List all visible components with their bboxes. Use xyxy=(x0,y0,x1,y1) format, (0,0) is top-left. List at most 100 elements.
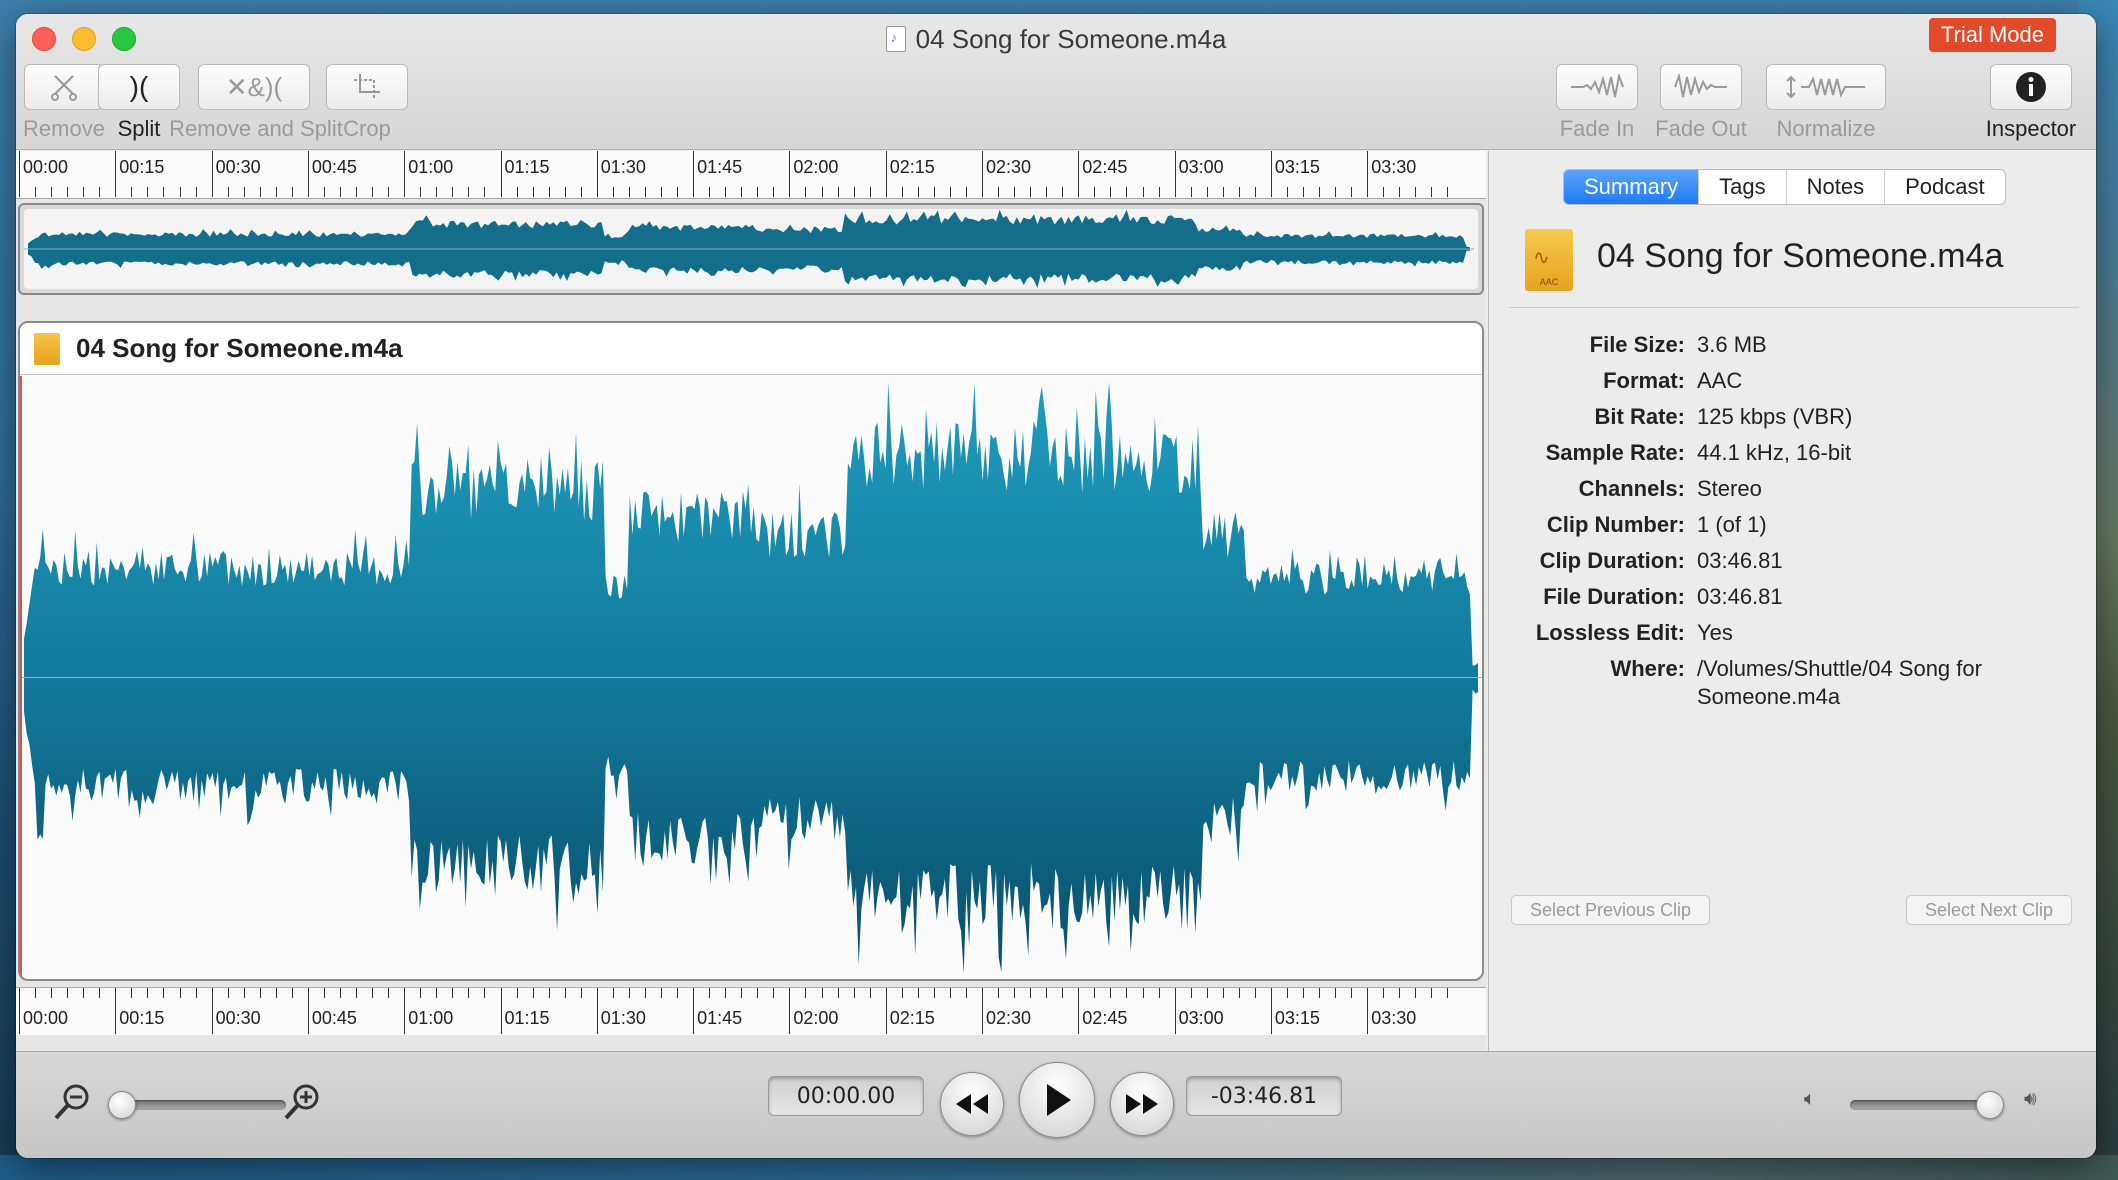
ruler-label: 01:30 xyxy=(600,1008,646,1028)
ruler-minor-tick xyxy=(1254,988,1256,998)
ruler-minor-tick xyxy=(195,187,197,197)
tab-summary[interactable]: Summary xyxy=(1564,170,1700,204)
property-row: Lossless Edit: Yes xyxy=(1489,615,2096,651)
ruler-label: 00:30 xyxy=(215,157,261,177)
ruler-major-tick xyxy=(1270,151,1272,197)
ruler-minor-tick xyxy=(436,187,438,197)
zoom-slider-knob[interactable] xyxy=(108,1091,136,1119)
split-button[interactable]: )( xyxy=(98,64,180,110)
volume-slider-knob[interactable] xyxy=(1976,1091,2004,1119)
inspector-button[interactable] xyxy=(1990,64,2072,110)
play-button[interactable] xyxy=(1019,1062,1095,1138)
ruler-minor-tick xyxy=(388,187,390,197)
ruler-minor-tick xyxy=(243,187,245,197)
info-icon xyxy=(2016,72,2046,102)
inspector-tabs: Summary Tags Notes Podcast xyxy=(1563,169,2006,205)
ruler-minor-tick xyxy=(1383,187,1385,197)
ruler-minor-tick xyxy=(436,988,438,998)
ruler-minor-tick xyxy=(933,988,935,998)
ruler-major-tick xyxy=(1367,151,1369,197)
tab-tags[interactable]: Tags xyxy=(1699,170,1787,204)
ruler-minor-tick xyxy=(420,187,422,197)
overview-waveform[interactable] xyxy=(18,203,1484,295)
trial-mode-badge[interactable]: Trial Mode xyxy=(1928,18,2056,52)
audio-clip[interactable]: 04 Song for Someone.m4a xyxy=(18,321,1484,981)
ruler-minor-tick xyxy=(1158,187,1160,197)
normalize-button[interactable] xyxy=(1766,64,1886,110)
ruler-major-tick xyxy=(789,988,791,1034)
remove-button[interactable] xyxy=(24,64,104,110)
ruler-label: 02:00 xyxy=(793,1008,839,1028)
ruler-minor-tick xyxy=(516,187,518,197)
ruler-minor-tick xyxy=(757,988,759,998)
remove-and-split-button[interactable]: ✕&)( xyxy=(198,64,310,110)
ruler-minor-tick xyxy=(837,988,839,998)
select-previous-clip-button[interactable]: Select Previous Clip xyxy=(1511,895,1711,925)
window-title: 04 Song for Someone.m4a xyxy=(16,24,2096,55)
ruler-minor-tick xyxy=(67,187,69,197)
property-row: File Size: 3.6 MB xyxy=(1489,327,2096,363)
zoom-out-icon[interactable] xyxy=(52,1082,92,1122)
ruler-minor-tick xyxy=(644,187,646,197)
ruler-minor-tick xyxy=(677,988,679,998)
ruler-minor-tick xyxy=(1046,988,1048,998)
tab-notes[interactable]: Notes xyxy=(1787,170,1886,204)
property-row: Clip Number: 1 (of 1) xyxy=(1489,507,2096,543)
property-key: Bit Rate: xyxy=(1594,404,1685,429)
ruler-major-tick xyxy=(404,988,406,1034)
select-next-clip-button[interactable]: Select Next Clip xyxy=(1905,895,2072,925)
zoom-in-icon[interactable] xyxy=(282,1082,322,1122)
ruler-minor-tick xyxy=(677,187,679,197)
ruler-minor-tick xyxy=(612,187,614,197)
ruler-minor-tick xyxy=(1303,187,1304,197)
ruler-minor-tick xyxy=(1447,988,1449,998)
remaining-time-display: -03:46.81 xyxy=(1186,1076,1342,1116)
ruler-label: 03:15 xyxy=(1274,1008,1320,1028)
fade-in-button[interactable] xyxy=(1556,64,1638,110)
ruler-minor-tick xyxy=(1126,187,1128,197)
timeline-ruler-bottom[interactable]: 00:00 00:15 00:30 00:45 01:00 01:15 01:30 01:45… xyxy=(16,987,1486,1035)
ruler-minor-tick xyxy=(1190,187,1192,197)
ruler-major-tick xyxy=(500,988,502,1034)
ruler-minor-tick xyxy=(340,187,341,197)
tab-podcast[interactable]: Podcast xyxy=(1885,170,2005,204)
ruler-minor-tick xyxy=(1286,187,1288,197)
ruler-label: 00:15 xyxy=(119,157,165,177)
property-key: Format: xyxy=(1603,368,1685,393)
file-properties: File Size: 3.6 MB Format: AAC Bit Rate: 125 k… xyxy=(1489,327,2096,711)
ruler-minor-tick xyxy=(227,988,229,998)
ruler-minor-tick xyxy=(1222,187,1224,197)
property-value: Yes xyxy=(1697,620,1733,645)
ruler-minor-tick xyxy=(644,988,646,998)
ruler-label: 02:00 xyxy=(793,157,839,177)
fade-out-button[interactable] xyxy=(1660,64,1742,110)
fast-forward-button[interactable] xyxy=(1110,1072,1174,1136)
ruler-minor-tick xyxy=(179,988,181,998)
ruler-major-tick xyxy=(885,151,887,197)
ruler-minor-tick xyxy=(1190,988,1192,998)
remove-and-split-label: Remove and Split xyxy=(169,116,343,141)
ruler-label: 03:00 xyxy=(1178,157,1224,177)
ruler-minor-tick xyxy=(933,187,935,197)
ruler-minor-tick xyxy=(99,988,101,998)
ruler-minor-tick xyxy=(709,988,711,998)
ruler-major-tick xyxy=(596,988,598,1034)
ruler-minor-tick xyxy=(147,988,149,998)
ruler-minor-tick xyxy=(275,187,277,197)
zoom-slider[interactable] xyxy=(116,1100,286,1110)
ruler-label: 03:00 xyxy=(1178,1008,1224,1028)
ruler-minor-tick xyxy=(773,988,775,998)
ruler-minor-tick xyxy=(917,187,919,197)
normalize-label: Normalize xyxy=(1776,116,1876,141)
crop-button[interactable] xyxy=(326,64,408,110)
ruler-label: 01:00 xyxy=(408,1008,454,1028)
ruler-minor-tick xyxy=(372,988,374,998)
clip-waveform[interactable] xyxy=(20,376,1482,979)
ruler-minor-tick xyxy=(1142,187,1144,197)
timeline-ruler-top[interactable]: 00:00 00:15 00:30 00:45 01:00 01:15 01:30 01:45… xyxy=(16,151,1486,199)
property-row: Clip Duration: 03:46.81 xyxy=(1489,543,2096,579)
ruler-label: 03:30 xyxy=(1371,1008,1417,1028)
ruler-minor-tick xyxy=(131,988,133,998)
ruler-minor-tick xyxy=(1431,187,1433,197)
rewind-button[interactable] xyxy=(940,1072,1004,1136)
